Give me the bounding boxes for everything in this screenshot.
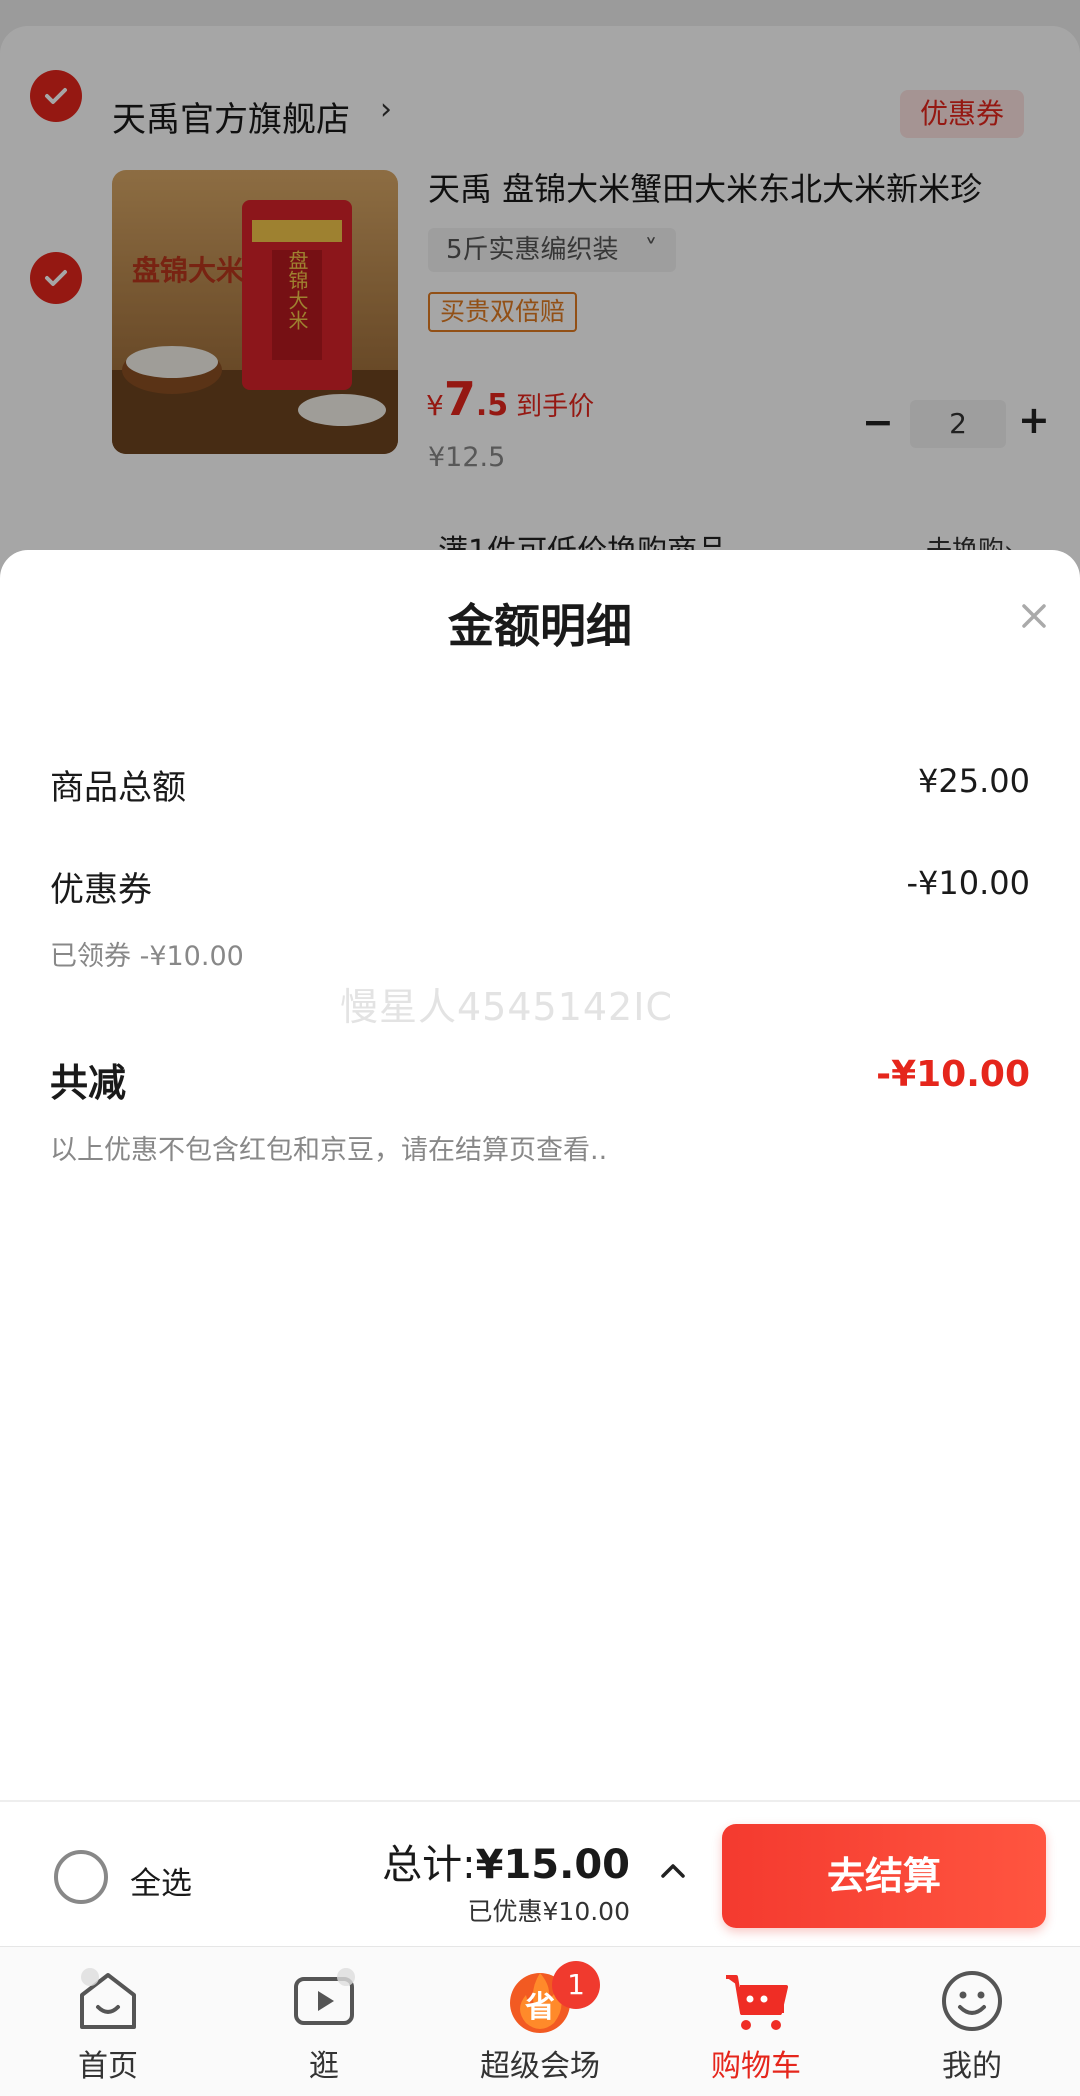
- total-discount-label: 共减: [50, 1061, 127, 1105]
- select-all-checkbox[interactable]: [54, 1850, 108, 1904]
- saved-amount: 已优惠¥10.00: [467, 1897, 630, 1926]
- goods-total-label: 商品总额: [50, 768, 186, 808]
- close-icon[interactable]: [1010, 592, 1058, 640]
- tab-super-venue[interactable]: 省 1 超级会场: [432, 1947, 648, 2096]
- coupon-label: 优惠券: [50, 870, 152, 910]
- tab-home[interactable]: 首页: [0, 1947, 216, 2096]
- modal-backdrop[interactable]: [0, 0, 1080, 620]
- tab-label: 购物车: [711, 2049, 801, 2084]
- checkout-button[interactable]: 去结算: [722, 1824, 1046, 1928]
- sheet-title: 金额明细: [448, 599, 632, 653]
- total-discount-value: -¥10.00: [876, 1054, 1030, 1095]
- tab-label: 超级会场: [480, 2049, 600, 2084]
- coupon-claimed-note: 已领券 -¥10.00: [50, 941, 244, 972]
- tab-label: 我的: [942, 2049, 1002, 2084]
- notification-badge: 1: [552, 1961, 600, 2009]
- home-icon: [80, 1968, 136, 2029]
- coupon-value: -¥10.00: [906, 864, 1030, 902]
- tab-label: 首页: [78, 2049, 138, 2084]
- tab-label: 逛: [309, 2049, 339, 2084]
- cart-icon: [726, 1975, 788, 2030]
- checkout-bar: 全选 总计:¥15.00 已优惠¥10.00 去结算: [0, 1800, 1080, 1946]
- amount-details-sheet: 金额明细 商品总额 ¥25.00 优惠券 -¥10.00 已领券 -¥10.00…: [0, 550, 1080, 1800]
- svg-text:省: 省: [525, 1990, 555, 2025]
- cart-background: 天禹官方旗舰店 › 优惠券 盘锦大米 盘锦大米 天禹 盘锦大米蟹田大米东北大米新…: [0, 0, 1080, 626]
- total-price: 总计:¥15.00: [300, 1832, 630, 1890]
- select-all-label[interactable]: 全选: [130, 1858, 192, 1903]
- total-prefix: 总计:: [382, 1842, 476, 1888]
- video-play-icon: [294, 1968, 355, 2025]
- discount-note: 以上优惠不包含红包和京豆，请在结算页查看..: [50, 1135, 608, 1166]
- tab-browse[interactable]: 逛: [216, 1947, 432, 2096]
- tab-cart[interactable]: 购物车: [648, 1947, 864, 2096]
- goods-total-value: ¥25.00: [918, 762, 1030, 800]
- total-amount: ¥15.00: [475, 1842, 630, 1888]
- tab-profile[interactable]: 我的: [864, 1947, 1080, 2096]
- profile-smile-icon: [942, 1971, 1002, 2031]
- bottom-tab-bar: 首页 逛 省 1 超级会场 购物车 我的: [0, 1946, 1080, 2096]
- watermark: 慢星人4545142IC: [340, 985, 673, 1029]
- chevron-up-icon[interactable]: [656, 1854, 690, 1888]
